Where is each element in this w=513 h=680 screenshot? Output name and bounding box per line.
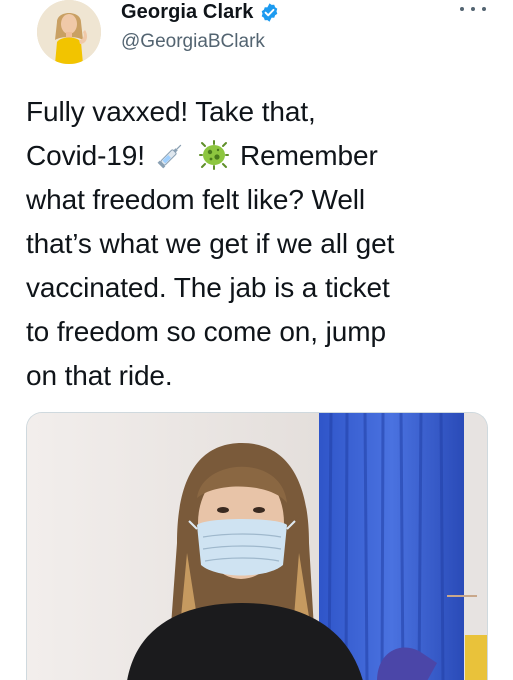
author-avatar[interactable] <box>37 0 101 64</box>
tweet-text-line: what freedom felt like? Well <box>26 184 366 215</box>
syringe-emoji-icon <box>156 139 186 169</box>
tweet-text-line: that’s what we get if we all get <box>26 228 395 259</box>
author-name[interactable]: Georgia Clark <box>121 1 253 24</box>
vaccination-selfie-image <box>27 413 487 680</box>
tweet-media-photo[interactable] <box>26 412 488 680</box>
more-dot <box>482 7 486 11</box>
tweet-card: Georgia Clark @GeorgiaBClark Fully vaxxe… <box>0 0 513 680</box>
author-handle[interactable]: @GeorgiaBClark <box>121 31 265 53</box>
author-name-row: Georgia Clark <box>121 1 280 24</box>
tweet-text-line-emoji: Covid-19! Remember <box>26 134 496 178</box>
more-options-icon[interactable] <box>460 2 486 16</box>
tweet-text-line: Fully vaxxed! Take that, <box>26 96 316 127</box>
verified-badge-icon <box>259 2 280 23</box>
tweet-text-line: to freedom so come on, jump <box>26 316 386 347</box>
more-dot <box>460 7 464 11</box>
microbe-emoji-icon <box>199 139 230 170</box>
tweet-text-fragment: Remember <box>240 140 378 171</box>
avatar-image <box>37 0 101 64</box>
tweet-text-line: vaccinated. The jab is a ticket <box>26 272 390 303</box>
tweet-text-fragment: Covid-19! <box>26 140 145 171</box>
tweet-text: Fully vaxxed! Take that, Covid-19! Remem… <box>26 90 496 398</box>
more-dot <box>471 7 475 11</box>
tweet-text-line: on that ride. <box>26 360 173 391</box>
